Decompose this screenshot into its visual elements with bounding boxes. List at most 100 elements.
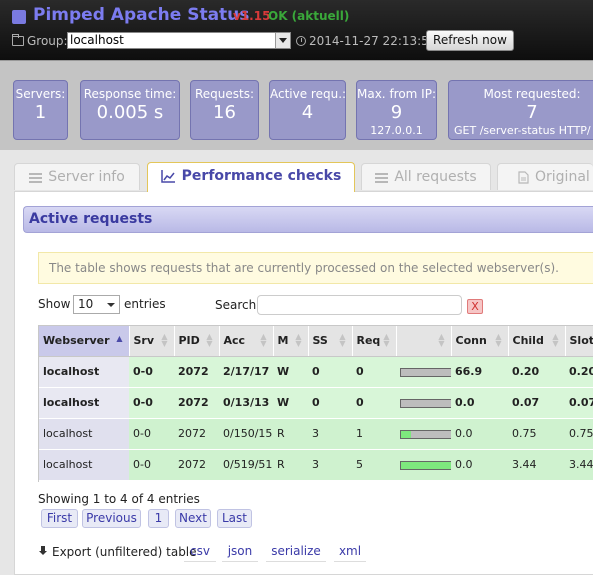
table-cell: 0 <box>352 387 396 419</box>
column-header[interactable]: Req ▲ ▼ <box>352 326 397 357</box>
stat-label: Max. from IP: <box>357 87 436 101</box>
page-1-button[interactable]: 1 <box>148 509 169 528</box>
column-header-label: M <box>277 334 289 348</box>
stat-label: Requests: <box>194 87 255 101</box>
stat-sub: 127.0.0.1 <box>370 124 423 137</box>
search-input[interactable] <box>257 295 462 315</box>
last-page-button[interactable]: Last <box>217 509 252 528</box>
progress-bar <box>400 398 451 408</box>
stat-value: 0.005 s <box>96 102 164 123</box>
table-cell: 0 <box>308 387 352 419</box>
column-header[interactable]: Child ▲ ▼ <box>508 326 566 357</box>
table-row: localhost0-020720/519/519R350.03.443.44 <box>39 449 593 481</box>
list-icon <box>375 172 389 183</box>
table-cell: 0-0 <box>129 356 174 388</box>
tab-server-info[interactable]: Server info <box>14 163 140 190</box>
download-icon <box>38 546 48 556</box>
column-header-label: Req <box>356 334 381 348</box>
table-cell: 3 <box>308 449 352 481</box>
previous-page-button[interactable]: Previous <box>82 509 141 528</box>
stat-servers: Servers: 1 <box>13 80 68 140</box>
chart-icon <box>160 169 175 183</box>
refresh-button[interactable]: Refresh now <box>426 30 514 51</box>
table-cell: R <box>273 449 308 481</box>
sort-icon: ▲ ▼ <box>552 332 559 348</box>
column-header[interactable]: M ▲ ▼ <box>273 326 309 357</box>
export-json-link[interactable]: json <box>222 543 258 562</box>
progress-bar-cell <box>396 418 451 450</box>
column-header[interactable]: Srv ▲ ▼ <box>129 326 175 357</box>
app-logo-icon <box>12 10 26 24</box>
progress-bar-cell <box>396 449 451 481</box>
column-header[interactable]: Webserver ▲ <box>39 326 130 357</box>
table-cell: 0.07 <box>565 387 593 419</box>
table-cell: 0.0 <box>451 387 508 419</box>
table-cell: 2072 <box>174 418 219 450</box>
table-cell: localhost <box>39 356 129 388</box>
table-cell: 2072 <box>174 356 219 388</box>
column-header-label: Srv <box>133 334 155 348</box>
app-version: v1.15 <box>233 9 271 23</box>
table-cell: 0-0 <box>129 418 174 450</box>
tab-label: Original s <box>535 169 593 185</box>
column-header-label: Acc <box>223 334 246 348</box>
table-cell: 0-0 <box>129 387 174 419</box>
group-label: Group: <box>27 34 68 48</box>
column-header[interactable]: Acc ▲ ▼ <box>219 326 274 357</box>
group-select[interactable]: localhost <box>67 32 291 49</box>
sort-icon: ▲ ▼ <box>161 332 168 348</box>
next-page-button[interactable]: Next <box>175 509 211 528</box>
table-row: localhost0-020722/17/17W0066.90.200.20 <box>39 356 593 388</box>
show-label: Show <box>38 297 71 311</box>
tab-performance-checks[interactable]: Performance checks <box>147 162 355 192</box>
export-csv-link[interactable]: csv <box>184 543 216 562</box>
stat-label: Most requested: <box>483 87 581 101</box>
pagination-info: Showing 1 to 4 of 4 entries <box>38 492 200 506</box>
table-cell: 0 <box>352 356 396 388</box>
document-icon <box>518 170 529 184</box>
table-row: localhost0-020720/150/150R310.00.750.75 <box>39 418 593 450</box>
table-cell: 5 <box>352 449 396 481</box>
table-header-row: Webserver ▲ Srv ▲ ▼ PID ▲ ▼ Acc ▲ ▼ M ▲ ▼ SS ▲ ▼ Req ▲ ▼ ▲ ▼ C… <box>39 326 593 357</box>
clock-icon <box>296 36 306 46</box>
progress-bar <box>400 460 451 470</box>
column-header[interactable]: Conn ▲ ▼ <box>451 326 509 357</box>
table-cell: 0.07 <box>508 387 565 419</box>
active-requests-table: Webserver ▲ Srv ▲ ▼ PID ▲ ▼ Acc ▲ ▼ M ▲ ▼ SS ▲ ▼ Req ▲ ▼ ▲ ▼ C… <box>38 325 593 482</box>
search-label: Search: <box>215 298 261 312</box>
table-cell: localhost <box>39 418 129 450</box>
clear-search-button[interactable]: X <box>467 299 483 314</box>
column-header[interactable]: SS ▲ ▼ <box>308 326 353 357</box>
entries-length-select[interactable]: 10 <box>73 295 120 314</box>
entries-label: entries <box>124 297 166 311</box>
tab-all-requests[interactable]: All requests <box>361 163 491 190</box>
table-cell: W <box>273 356 308 388</box>
table-cell: 0.75 <box>508 418 565 450</box>
table-cell: 1 <box>352 418 396 450</box>
app-title: Pimped Apache Status <box>33 5 250 25</box>
column-header[interactable]: PID ▲ ▼ <box>174 326 220 357</box>
stat-value: 1 <box>34 102 47 123</box>
table-cell: localhost <box>39 387 129 419</box>
info-message: The table shows requests that are curren… <box>38 252 593 284</box>
progress-bar <box>400 367 451 377</box>
column-header[interactable]: Slot▲▼ <box>565 326 593 357</box>
stat-sub: GET /server-status HTTP/ <box>454 124 591 137</box>
column-header[interactable]: ▲ ▼ <box>396 326 452 357</box>
stat-label: Active requ.: <box>270 87 346 101</box>
sort-icon: ▲ ▼ <box>495 332 502 348</box>
export-xml-link[interactable]: xml <box>334 543 366 562</box>
stat-label: Response time: <box>83 87 177 101</box>
table-cell: 3 <box>308 418 352 450</box>
first-page-button[interactable]: First <box>41 509 78 528</box>
stat-active-requests: Active requ.: 4 <box>269 80 346 140</box>
column-header-label: Webserver <box>43 334 110 348</box>
export-serialize-link[interactable]: serialize <box>266 543 326 562</box>
table-cell: 3.44 <box>508 449 565 481</box>
column-header-label: Slot <box>569 334 593 348</box>
export-label: Export (unfiltered) table <box>52 545 197 559</box>
table-cell: localhost <box>39 449 129 481</box>
stat-max-from-ip: Max. from IP: 9 127.0.0.1 <box>356 80 437 140</box>
tab-original-status[interactable]: Original s <box>497 163 593 190</box>
table-cell: R <box>273 418 308 450</box>
